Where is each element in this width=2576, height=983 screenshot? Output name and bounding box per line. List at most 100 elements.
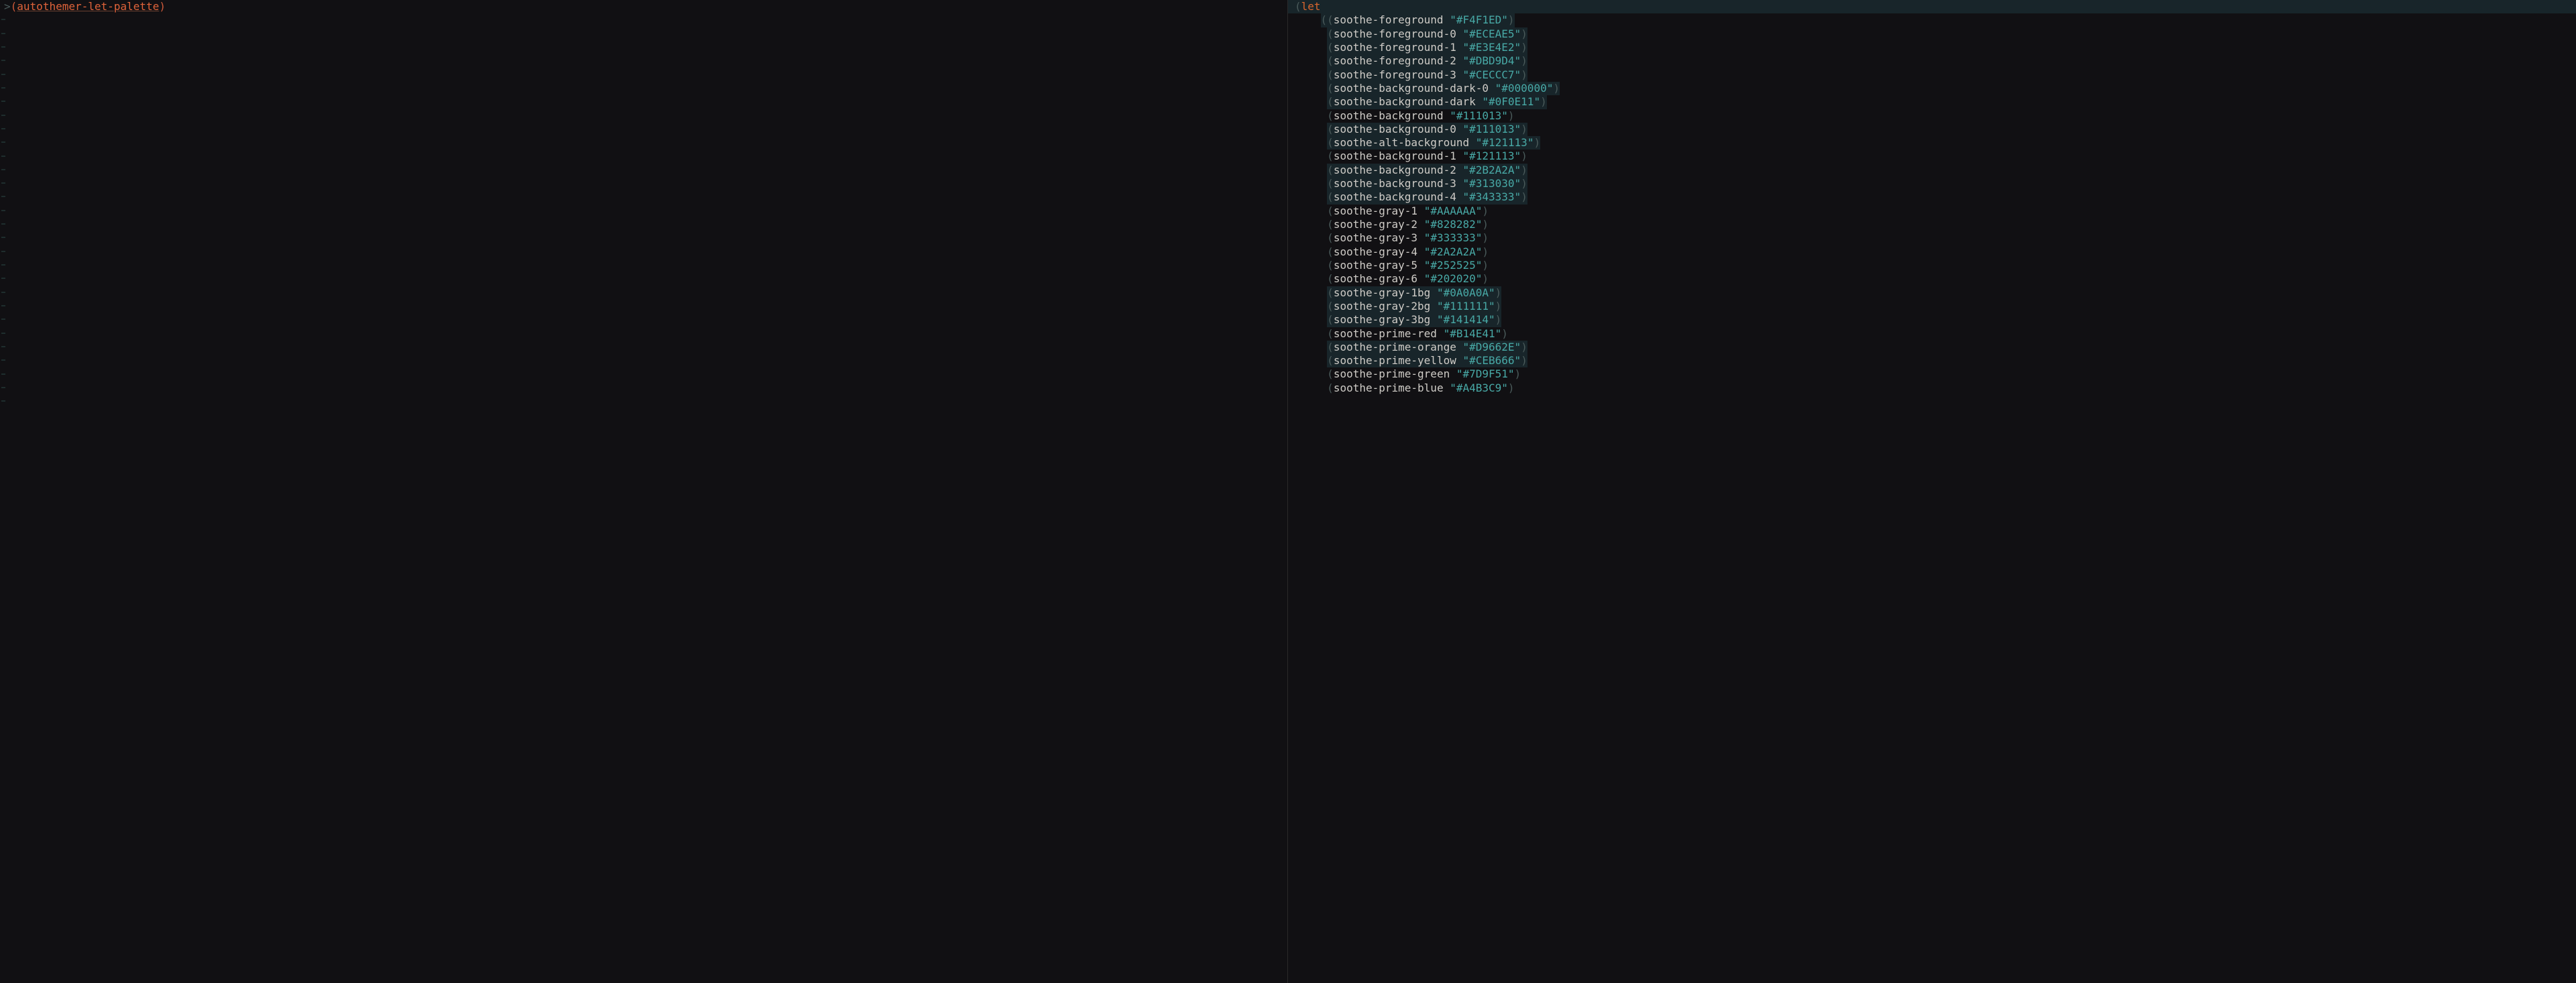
gutter-mark xyxy=(1,264,5,266)
binding-value: "#252525" xyxy=(1424,259,1483,272)
close-paren: ) xyxy=(1521,27,1527,40)
gutter-mark xyxy=(1,278,5,279)
open-paren: ( xyxy=(1327,123,1334,135)
binding-content: (soothe-prime-red "#B14E41") xyxy=(1327,327,1508,340)
binding-row[interactable]: (soothe-gray-3bg "#141414") xyxy=(1288,313,2576,327)
repl-input-line[interactable]: >(autothemer-let-palette) xyxy=(0,0,1287,13)
gutter-mark xyxy=(1,359,5,361)
binding-content: (soothe-background-2 "#2B2A2A") xyxy=(1327,164,1527,177)
close-paren: ) xyxy=(1482,245,1489,258)
binding-row[interactable]: (soothe-gray-1bg "#0A0A0A") xyxy=(1288,286,2576,300)
binding-symbol: soothe-alt-background xyxy=(1334,136,1469,149)
binding-content: (soothe-gray-3 "#333333") xyxy=(1327,231,1489,244)
binding-row[interactable]: (soothe-foreground-2 "#DBD9D4") xyxy=(1288,54,2576,68)
binding-value: "#333333" xyxy=(1424,231,1483,244)
binding-row[interactable]: (soothe-background-dark "#0F0E11") xyxy=(1288,95,2576,109)
fn-call: autothemer-let-palette xyxy=(17,0,159,13)
binding-value: "#0F0E11" xyxy=(1482,95,1540,108)
binding-symbol: soothe-gray-3bg xyxy=(1334,313,1431,326)
open-paren: ( xyxy=(1327,190,1334,203)
close-paren: ) xyxy=(1482,205,1489,217)
binding-content: (soothe-background-4 "#343333") xyxy=(1327,190,1527,204)
binding-row[interactable]: (soothe-gray-5 "#252525") xyxy=(1288,259,2576,272)
binding-value: "#202020" xyxy=(1424,272,1483,285)
binding-row[interactable]: (soothe-prime-red "#B14E41") xyxy=(1288,327,2576,341)
binding-value: "#141414" xyxy=(1437,313,1495,326)
gutter-mark xyxy=(1,210,5,211)
binding-list: ((soothe-foreground "#F4F1ED") (soothe-f… xyxy=(1288,13,2576,395)
binding-row[interactable]: (soothe-background "#111013") xyxy=(1288,109,2576,123)
binding-value: "#2A2A2A" xyxy=(1424,245,1483,258)
binding-row[interactable]: (soothe-gray-3 "#333333") xyxy=(1288,231,2576,245)
binding-value: "#DBD9D4" xyxy=(1462,54,1521,67)
right-pane[interactable]: (let ((soothe-foreground "#F4F1ED") (soo… xyxy=(1288,0,2576,983)
binding-row[interactable]: (soothe-background-4 "#343333") xyxy=(1288,190,2576,204)
close-paren: ) xyxy=(1521,54,1527,67)
binding-content: (soothe-foreground-1 "#E3E4E2") xyxy=(1327,41,1527,54)
left-pane[interactable]: >(autothemer-let-palette) xyxy=(0,0,1288,983)
binding-value: "#CECCC7" xyxy=(1462,68,1521,81)
binding-content: ((soothe-foreground "#F4F1ED") xyxy=(1321,13,1515,27)
close-paren: ) xyxy=(1482,231,1489,244)
gutter-mark xyxy=(1,60,5,61)
binding-value: "#2B2A2A" xyxy=(1462,164,1521,176)
binding-symbol: soothe-background-0 xyxy=(1334,123,1456,135)
binding-value: "#111013" xyxy=(1450,109,1508,122)
close-paren: ) xyxy=(1521,190,1527,203)
open-paren: ( xyxy=(1327,95,1334,108)
binding-symbol: soothe-prime-blue xyxy=(1334,382,1444,394)
binding-content: (soothe-background-dark "#0F0E11") xyxy=(1327,95,1547,109)
close-paren: ) xyxy=(1482,218,1489,231)
binding-row[interactable]: (soothe-background-1 "#121113") xyxy=(1288,150,2576,163)
close-paren: ) xyxy=(1495,313,1502,326)
binding-row[interactable]: (soothe-prime-orange "#D9662E") xyxy=(1288,341,2576,354)
binding-content: (soothe-foreground-0 "#ECEAE5") xyxy=(1327,27,1527,41)
binding-value: "#E3E4E2" xyxy=(1462,41,1521,54)
close-paren: ) xyxy=(1521,41,1527,54)
gutter-mark xyxy=(1,19,5,20)
open-paren: ( xyxy=(1327,54,1334,67)
open-paren: ( xyxy=(1327,218,1334,231)
binding-row[interactable]: (soothe-background-3 "#313030") xyxy=(1288,177,2576,190)
binding-row[interactable]: (soothe-foreground-3 "#CECCC7") xyxy=(1288,68,2576,82)
gutter-mark xyxy=(1,319,5,320)
binding-row[interactable]: (soothe-gray-1 "#AAAAAA") xyxy=(1288,205,2576,218)
binding-row[interactable]: (soothe-prime-blue "#A4B3C9") xyxy=(1288,382,2576,395)
binding-content: (soothe-background-1 "#121113") xyxy=(1327,150,1527,162)
binding-symbol: soothe-foreground-1 xyxy=(1334,41,1456,54)
let-line[interactable]: (let xyxy=(1288,0,2576,13)
gutter-mark xyxy=(1,46,5,48)
gutter-mark xyxy=(1,400,5,402)
binding-row[interactable]: (soothe-foreground-1 "#E3E4E2") xyxy=(1288,41,2576,54)
binding-content: (soothe-gray-6 "#202020") xyxy=(1327,272,1489,285)
open-paren: ( xyxy=(1327,272,1334,285)
binding-content: (soothe-background-0 "#111013") xyxy=(1327,123,1527,136)
binding-row[interactable]: (soothe-background-0 "#111013") xyxy=(1288,123,2576,136)
binding-content: (soothe-gray-2 "#828282") xyxy=(1327,218,1489,231)
close-paren: ) xyxy=(1508,109,1515,122)
binding-symbol: soothe-gray-5 xyxy=(1334,259,1417,272)
binding-row[interactable]: (soothe-prime-green "#7D9F51") xyxy=(1288,367,2576,381)
binding-row[interactable]: (soothe-alt-background "#121113") xyxy=(1288,136,2576,150)
binding-symbol: soothe-foreground-2 xyxy=(1334,54,1456,67)
close-paren: ) xyxy=(1521,150,1527,162)
binding-row[interactable]: (soothe-foreground-0 "#ECEAE5") xyxy=(1288,27,2576,41)
binding-value: "#A4B3C9" xyxy=(1450,382,1508,394)
binding-row[interactable]: (soothe-background-dark-0 "#000000") xyxy=(1288,82,2576,95)
binding-row[interactable]: (soothe-gray-6 "#202020") xyxy=(1288,272,2576,286)
binding-row[interactable]: (soothe-gray-2bg "#111111") xyxy=(1288,300,2576,313)
binding-content: (soothe-prime-orange "#D9662E") xyxy=(1327,341,1527,354)
binding-value: "#111111" xyxy=(1437,300,1495,312)
gutter-mark xyxy=(1,333,5,334)
binding-value: "#111013" xyxy=(1462,123,1521,135)
binding-row[interactable]: ((soothe-foreground "#F4F1ED") xyxy=(1288,13,2576,27)
close-paren: ) xyxy=(1521,354,1527,367)
binding-row[interactable]: (soothe-background-2 "#2B2A2A") xyxy=(1288,164,2576,177)
binding-row[interactable]: (soothe-gray-4 "#2A2A2A") xyxy=(1288,245,2576,259)
binding-row[interactable]: (soothe-prime-yellow "#CEB666") xyxy=(1288,354,2576,367)
binding-symbol: soothe-foreground-3 xyxy=(1334,68,1456,81)
binding-symbol: soothe-gray-6 xyxy=(1334,272,1417,285)
close-paren: ) xyxy=(1482,272,1489,285)
binding-row[interactable]: (soothe-gray-2 "#828282") xyxy=(1288,218,2576,231)
close-paren: ) xyxy=(1521,177,1527,190)
